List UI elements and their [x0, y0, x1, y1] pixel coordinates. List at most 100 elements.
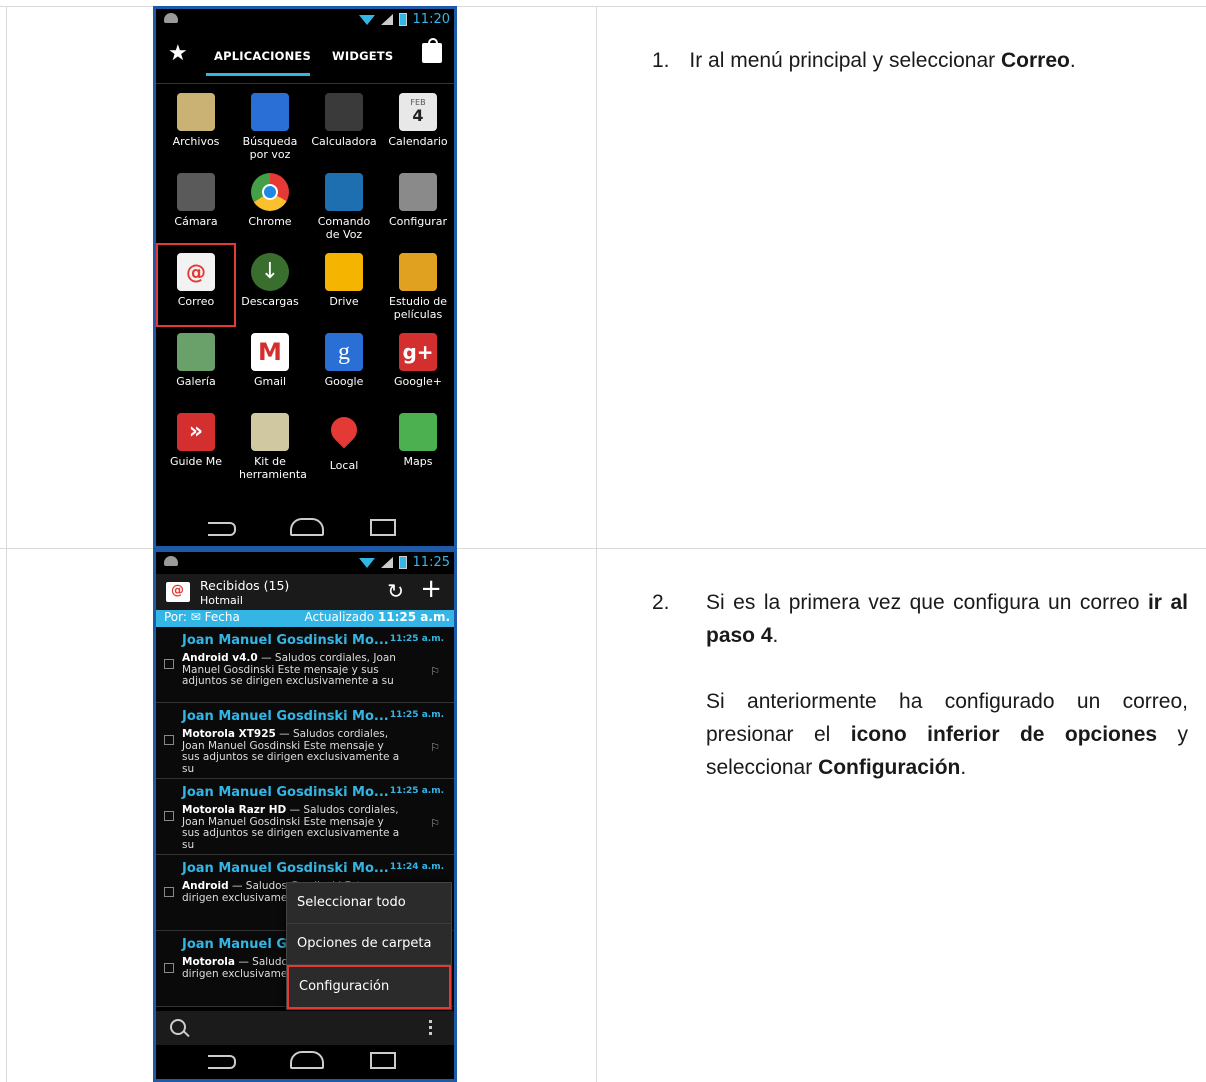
- step-text-bold: icono inferior de opciones: [850, 723, 1158, 746]
- menu-item-folder-options[interactable]: Opciones de carpeta: [287, 924, 451, 965]
- email-list-item[interactable]: Joan Manuel Gosdinski Mo... 11:25 a.m. Mot…: [156, 779, 454, 855]
- status-time: 11:25: [412, 555, 450, 570]
- search-icon[interactable]: [170, 1019, 186, 1035]
- app-voice-command[interactable]: Comando de Voz: [306, 173, 382, 241]
- app-voice-search[interactable]: Búsqueda por voz: [232, 93, 308, 161]
- email-list-item[interactable]: Joan Manuel Gosdinski Mo... 11:25 a.m. Mot…: [156, 703, 454, 779]
- local-icon: [325, 411, 363, 455]
- email-sender: Joan Manuel Gosdinski Mo...: [182, 709, 389, 724]
- inbox-title[interactable]: Recibidos (15): [200, 578, 289, 593]
- step-text: Ir al menú principal y seleccionar: [689, 49, 1001, 72]
- app-camera[interactable]: Cámara: [158, 173, 234, 228]
- step-text-bold: Configuración: [818, 756, 961, 779]
- app-calculator[interactable]: Calculadora: [306, 93, 382, 148]
- email-list-item[interactable]: Joan Manuel Gosdinski Mo... 11:25 a.m. And…: [156, 627, 454, 703]
- star-icon[interactable]: ★: [168, 41, 188, 66]
- step-2-paragraph-2: Si anteriormente ha configurado un corre…: [706, 685, 1188, 784]
- app-gmail[interactable]: M Gmail: [232, 333, 308, 388]
- inbox-header: Recibidos (15) Hotmail ↻ +: [156, 574, 454, 610]
- email-checkbox[interactable]: [164, 887, 174, 897]
- email-checkbox[interactable]: [164, 811, 174, 821]
- app-settings[interactable]: Configurar: [380, 173, 454, 228]
- email-sender: Joan Manuel Gosdinski Mo...: [182, 633, 389, 648]
- app-gallery[interactable]: Galería: [158, 333, 234, 388]
- home-icon[interactable]: [290, 518, 324, 536]
- voice-command-icon: [325, 173, 363, 211]
- app-drive[interactable]: Drive: [306, 253, 382, 308]
- sort-bar: Por: ✉ Fecha Actualizado 11:25 a.m.: [156, 610, 454, 627]
- email-checkbox[interactable]: [164, 735, 174, 745]
- chrome-icon: [251, 173, 289, 211]
- email-time: 11:25 a.m.: [389, 634, 444, 644]
- app-toolkit[interactable]: Kit de herramienta: [232, 413, 308, 481]
- active-tab-indicator: [206, 73, 310, 76]
- email-sender: Joan Manuel Gc: [182, 937, 295, 952]
- bottom-action-bar: [156, 1011, 454, 1045]
- signal-icon: [380, 14, 393, 25]
- app-google-plus[interactable]: g+ Google+: [380, 333, 454, 388]
- table-border-left: [6, 6, 7, 1082]
- navigation-bar: [156, 1045, 454, 1079]
- app-label: Chrome: [248, 215, 292, 228]
- google-plus-icon: g+: [399, 333, 437, 371]
- email-sender: Joan Manuel Gosdinski Mo...: [182, 785, 389, 800]
- gallery-icon: [177, 333, 215, 371]
- step-text: Si es la primera vez que configura un co…: [706, 591, 1148, 614]
- flag-icon[interactable]: ⚐: [430, 741, 440, 754]
- app-file-manager[interactable]: Archivos: [158, 93, 234, 148]
- app-local[interactable]: Local: [306, 411, 382, 472]
- account-name: Hotmail: [200, 594, 243, 607]
- email-checkbox[interactable]: [164, 963, 174, 973]
- menu-item-select-all[interactable]: Seleccionar todo: [287, 883, 451, 924]
- step-text-bold: Correo: [1001, 49, 1070, 72]
- email-snippet: Android v4.0 — Saludos cordiales, Joan M…: [182, 652, 396, 687]
- menu-item-settings[interactable]: Configuración: [287, 965, 451, 1009]
- app-google-search[interactable]: g Google: [306, 333, 382, 388]
- app-label: Google+: [393, 375, 442, 388]
- guide-me-icon: »: [177, 413, 215, 451]
- step-number: 1.: [652, 49, 670, 72]
- step-number: 2.: [652, 591, 670, 614]
- app-label: Galería: [176, 375, 216, 388]
- recent-apps-icon[interactable]: [370, 1052, 396, 1069]
- step-text: .: [1069, 49, 1076, 72]
- play-store-icon[interactable]: [422, 38, 442, 63]
- app-label: Guide Me: [169, 455, 223, 468]
- table-column-divider: [596, 6, 597, 1082]
- flag-icon[interactable]: ⚐: [430, 817, 440, 830]
- recent-apps-icon[interactable]: [370, 519, 396, 536]
- back-icon[interactable]: [208, 1055, 236, 1069]
- email-snippet: Motorola Razr HD — Saludos cordiales, Jo…: [182, 804, 400, 851]
- sort-selector[interactable]: Por: ✉ Fecha: [164, 610, 240, 624]
- refresh-icon[interactable]: ↻: [387, 579, 404, 603]
- email-app-icon: [166, 582, 190, 602]
- app-label: Local: [329, 459, 359, 472]
- google-search-icon: g: [325, 333, 363, 371]
- sort-label: Por:: [164, 610, 187, 624]
- wifi-icon: [358, 557, 375, 568]
- tab-widgets[interactable]: WIDGETS: [332, 49, 393, 63]
- signal-icon: [380, 557, 393, 568]
- status-indicators: 11:20: [358, 12, 450, 27]
- app-label: Comando de Voz: [317, 215, 371, 241]
- voice-search-icon: [251, 93, 289, 131]
- tab-apps[interactable]: APLICACIONES: [214, 49, 311, 63]
- app-chrome[interactable]: Chrome: [232, 173, 308, 228]
- overflow-menu-icon[interactable]: [429, 1020, 432, 1036]
- app-calendar[interactable]: FEB 4 Calendario: [380, 93, 454, 148]
- email-checkbox[interactable]: [164, 659, 174, 669]
- status-indicators: 11:25: [358, 555, 450, 570]
- home-icon[interactable]: [290, 1051, 324, 1069]
- android-notification-icon: [164, 556, 178, 566]
- app-movie-studio[interactable]: Estudio de películas: [380, 253, 454, 321]
- app-maps[interactable]: Maps: [380, 413, 454, 468]
- back-icon[interactable]: [208, 522, 236, 536]
- step-1: 1. Ir al menú principal y seleccionar Co…: [652, 44, 1192, 77]
- flag-icon[interactable]: ⚐: [430, 665, 440, 678]
- app-label: Búsqueda por voz: [242, 135, 298, 161]
- app-downloads[interactable]: ↓ Descargas: [232, 253, 308, 308]
- battery-icon: [398, 13, 407, 26]
- calculator-icon: [325, 93, 363, 131]
- compose-icon[interactable]: +: [420, 575, 442, 603]
- app-guide-me[interactable]: » Guide Me: [158, 413, 234, 468]
